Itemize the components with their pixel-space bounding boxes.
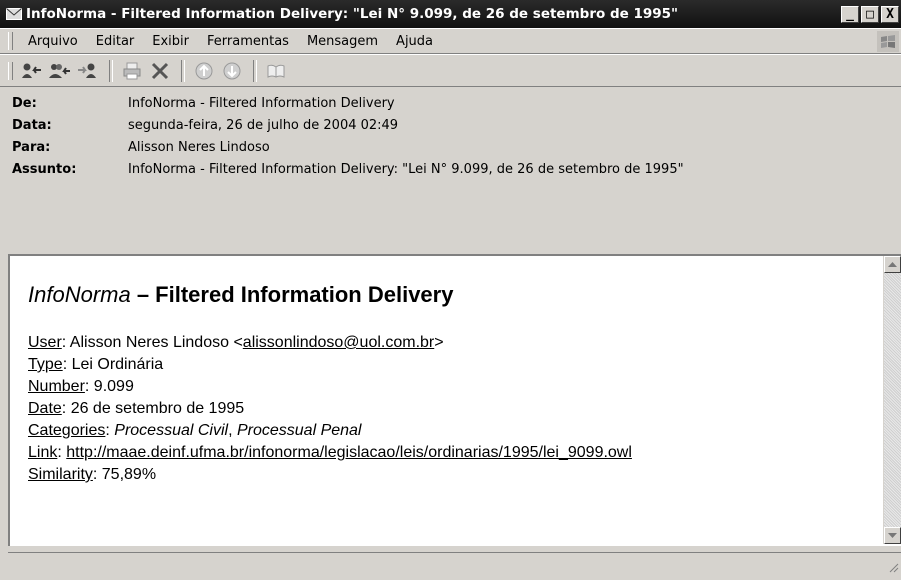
- date-label: Data:: [12, 117, 52, 133]
- type-row: Type: Lei Ordinária: [28, 356, 164, 373]
- subject-label: Assunto:: [12, 161, 77, 177]
- next-icon[interactable]: [219, 59, 245, 83]
- header-from: De: InfoNorma - Filtered Information Del…: [0, 92, 901, 114]
- similarity-row: Similarity: 75,89%: [28, 466, 157, 483]
- menu-arquivo[interactable]: Arquivo: [19, 34, 87, 49]
- message-headers: De: InfoNorma - Filtered Information Del…: [0, 87, 901, 250]
- header-subject: Assunto: InfoNorma - Filtered Informatio…: [0, 158, 901, 180]
- message-body[interactable]: InfoNorma – Filtered Information Deliver…: [8, 254, 901, 546]
- link-row: Link: http://maae.deinf.ufma.br/infonorm…: [28, 444, 632, 461]
- number-value: 9.099: [93, 378, 134, 395]
- number-row: Number: 9.099: [28, 378, 134, 395]
- title-brand: InfoNorma: [28, 282, 131, 307]
- toolbar-separator: [109, 59, 113, 82]
- envelope-icon: [6, 7, 22, 21]
- category-item: Processual Penal: [236, 422, 362, 439]
- date-label: Date: [28, 400, 62, 417]
- menu-ajuda[interactable]: Ajuda: [387, 34, 442, 49]
- categories-row: Categories: Processual Civil, Processual…: [28, 422, 362, 439]
- subject-value: InfoNorma - Filtered Information Deliver…: [128, 161, 684, 177]
- from-label: De:: [12, 95, 37, 111]
- ontology-link[interactable]: http://maae.deinf.ufma.br/infonorma/legi…: [66, 444, 632, 461]
- toolbar: [0, 54, 901, 87]
- user-label: User: [28, 334, 62, 351]
- categories-label: Categories: [28, 422, 106, 439]
- message-title: InfoNorma – Filtered Information Deliver…: [28, 284, 632, 306]
- minimize-button[interactable]: _: [841, 5, 859, 23]
- delete-icon[interactable]: [147, 59, 173, 83]
- message-content: InfoNorma – Filtered Information Deliver…: [28, 284, 632, 486]
- user-email-link[interactable]: alissonlindoso@uol.com.br: [243, 334, 434, 351]
- vertical-scrollbar[interactable]: [883, 256, 901, 544]
- arrow-up-icon: [888, 262, 897, 267]
- category-item: Processual Civil: [114, 422, 229, 439]
- forward-icon[interactable]: [75, 59, 101, 83]
- to-value: Alisson Neres Lindoso: [128, 139, 270, 155]
- status-bar: [8, 552, 901, 580]
- date-value: segunda-feira, 26 de julho de 2004 02:49: [128, 117, 399, 133]
- print-icon[interactable]: [119, 59, 145, 83]
- title-rest: – Filtered Information Delivery: [130, 282, 454, 307]
- menu-exibir[interactable]: Exibir: [143, 34, 198, 49]
- similarity-value: 75,89%: [101, 466, 157, 483]
- resize-grip-icon[interactable]: [887, 561, 899, 576]
- to-label: Para:: [12, 139, 51, 155]
- toolbar-separator: [253, 59, 257, 82]
- similarity-label: Similarity: [28, 466, 93, 483]
- windows-flag-icon: [877, 31, 899, 52]
- reply-all-icon[interactable]: [47, 59, 73, 83]
- previous-icon[interactable]: [191, 59, 217, 83]
- maximize-button[interactable]: □: [861, 5, 879, 23]
- menu-bar: Arquivo Editar Exibir Ferramentas Mensag…: [0, 28, 901, 54]
- close-button[interactable]: X: [881, 5, 899, 23]
- number-label: Number: [28, 378, 85, 395]
- header-date: Data: segunda-feira, 26 de julho de 2004…: [0, 114, 901, 136]
- menubar-grip: [8, 32, 13, 50]
- date-row: Date: 26 de setembro de 1995: [28, 400, 245, 417]
- toolbar-separator: [181, 59, 185, 82]
- arrow-down-icon: [888, 533, 897, 538]
- user-row: User: Alisson Neres Lindoso <alissonlind…: [28, 334, 444, 351]
- scroll-up-button[interactable]: [884, 256, 901, 273]
- window-title: InfoNorma - Filtered Information Deliver…: [26, 6, 679, 22]
- reply-icon[interactable]: [19, 59, 45, 83]
- scroll-down-button[interactable]: [884, 527, 901, 544]
- addresses-icon[interactable]: [263, 59, 289, 83]
- menu-editar[interactable]: Editar: [87, 34, 144, 49]
- type-value: Lei Ordinária: [71, 356, 164, 373]
- link-label: Link: [28, 444, 58, 461]
- header-to: Para: Alisson Neres Lindoso: [0, 136, 901, 158]
- type-label: Type: [28, 356, 63, 373]
- menu-ferramentas[interactable]: Ferramentas: [198, 34, 298, 49]
- toolbar-grip: [8, 61, 13, 80]
- user-name: Alisson Neres Lindoso: [69, 334, 229, 351]
- title-bar: InfoNorma - Filtered Information Deliver…: [0, 0, 901, 28]
- menu-mensagem[interactable]: Mensagem: [298, 34, 387, 49]
- date-value: 26 de setembro de 1995: [70, 400, 245, 417]
- from-value: InfoNorma - Filtered Information Deliver…: [128, 95, 395, 111]
